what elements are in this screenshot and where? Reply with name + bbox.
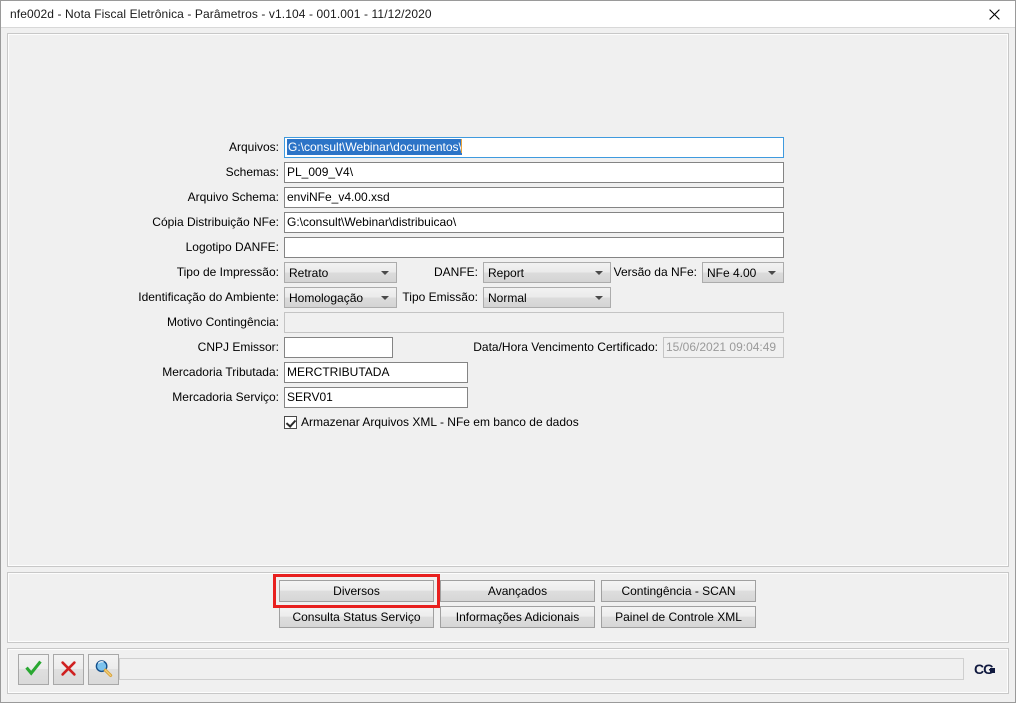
toolbar bbox=[18, 654, 119, 685]
label-cnpj-emissor: CNPJ Emissor: bbox=[197, 340, 279, 354]
versao-nfe-value: NFe 4.00 bbox=[707, 265, 757, 280]
diversos-button[interactable]: Diversos bbox=[279, 580, 434, 602]
mercadoria-tributada-input[interactable]: MERCTRIBUTADA bbox=[284, 362, 468, 383]
motivo-contingencia-input[interactable] bbox=[284, 312, 784, 333]
chevron-down-icon bbox=[595, 295, 603, 300]
schemas-input[interactable]: PL_009_V4\ bbox=[284, 162, 784, 183]
versao-nfe-select[interactable]: NFe 4.00 bbox=[702, 262, 784, 283]
field-row-cnpj-emissor: CNPJ Emissor: bbox=[8, 337, 284, 358]
mercadoria-tributada-input-value: MERCTRIBUTADA bbox=[287, 365, 390, 379]
label-identificacao-ambiente: Identificação do Ambiente: bbox=[138, 290, 279, 304]
field-row-motivo-contingencia: Motivo Contingência: bbox=[8, 312, 284, 333]
cnpj-emissor-input[interactable] bbox=[284, 337, 393, 358]
window-title: nfe002d - Nota Fiscal Eletrônica - Parâm… bbox=[10, 7, 432, 21]
arquivos-input-value: G:\consult\Webinar\documentos\ bbox=[287, 139, 462, 155]
field-row-mercadoria-tributada: Mercadoria Tributada: bbox=[8, 362, 284, 383]
armazenar-xml-label: Armazenar Arquivos XML - NFe em banco de… bbox=[301, 415, 579, 429]
field-row-versao-nfe: Versão da NFe: bbox=[611, 262, 702, 283]
field-row-tipo-impressao: Tipo de Impressão: bbox=[8, 262, 284, 283]
label-motivo-contingencia: Motivo Contingência: bbox=[166, 315, 279, 329]
arquivo-schema-input-value: enviNFe_v4.00.xsd bbox=[287, 190, 390, 204]
title-bar: nfe002d - Nota Fiscal Eletrônica - Parâm… bbox=[1, 1, 1015, 28]
field-row-logotipo-danfe: Logotipo DANFE: bbox=[8, 237, 284, 258]
label-mercadoria-tributada: Mercadoria Tributada: bbox=[162, 365, 279, 379]
mercadoria-servico-input[interactable]: SERV01 bbox=[284, 387, 468, 408]
informacoes-adicionais-button[interactable]: Informações Adicionais bbox=[440, 606, 595, 628]
contingencia-scan-button[interactable]: Contingência - SCAN bbox=[601, 580, 756, 602]
chevron-down-icon bbox=[381, 295, 389, 300]
label-arquivo-schema: Arquivo Schema: bbox=[187, 190, 279, 204]
label-tipo-emissao: Tipo Emissão: bbox=[402, 290, 478, 304]
label-copia-distribuicao: Cópia Distribuição NFe: bbox=[152, 215, 279, 229]
field-row-mercadoria-servico: Mercadoria Serviço: bbox=[8, 387, 284, 408]
search-button[interactable] bbox=[88, 654, 119, 685]
tipo-impressao-value: Retrato bbox=[289, 265, 329, 280]
chevron-down-icon bbox=[381, 270, 389, 275]
text-caret bbox=[460, 139, 462, 153]
close-button[interactable] bbox=[974, 1, 1015, 27]
identificacao-ambiente-select[interactable]: Homologação bbox=[284, 287, 397, 308]
label-arquivos: Arquivos: bbox=[228, 140, 279, 154]
field-row-arquivos: Arquivos: bbox=[8, 137, 284, 158]
vencimento-certificado-input: 15/06/2021 09:04:49 bbox=[663, 337, 784, 358]
field-row-arquivo-schema: Arquivo Schema: bbox=[8, 187, 284, 208]
vencimento-certificado-value: 15/06/2021 09:04:49 bbox=[666, 340, 777, 354]
window-body: Arquivos: G:\consult\Webinar\documentos\… bbox=[1, 28, 1015, 702]
field-row-tipo-emissao: Tipo Emissão: bbox=[397, 287, 483, 308]
status-bar-panel: CG bbox=[7, 648, 1009, 694]
arquivos-input[interactable]: G:\consult\Webinar\documentos\ bbox=[284, 137, 784, 158]
chevron-down-icon bbox=[595, 270, 603, 275]
identificacao-ambiente-value: Homologação bbox=[289, 290, 364, 305]
cross-icon bbox=[60, 660, 77, 680]
armazenar-xml-checkbox-row[interactable]: Armazenar Arquivos XML - NFe em banco de… bbox=[284, 413, 579, 431]
confirm-button[interactable] bbox=[18, 654, 49, 685]
tipo-impressao-select[interactable]: Retrato bbox=[284, 262, 397, 283]
label-tipo-impressao: Tipo de Impressão: bbox=[176, 265, 279, 279]
chevron-down-icon bbox=[768, 270, 776, 275]
logotipo-danfe-input[interactable] bbox=[284, 237, 784, 258]
cg-logo: CG bbox=[974, 662, 995, 676]
label-mercadoria-servico: Mercadoria Serviço: bbox=[172, 390, 279, 404]
tipo-emissao-select[interactable]: Normal bbox=[483, 287, 611, 308]
check-icon bbox=[25, 660, 42, 680]
action-buttons-panel: Diversos Avançados Contingência - SCAN C… bbox=[7, 572, 1009, 643]
application-window: nfe002d - Nota Fiscal Eletrônica - Parâm… bbox=[0, 0, 1016, 703]
armazenar-xml-checkbox[interactable] bbox=[284, 415, 297, 429]
danfe-select[interactable]: Report bbox=[483, 262, 611, 283]
field-row-schemas: Schemas: bbox=[8, 162, 284, 183]
field-row-identificacao-ambiente: Identificação do Ambiente: bbox=[8, 287, 284, 308]
action-buttons-grid: Diversos Avançados Contingência - SCAN C… bbox=[279, 580, 756, 628]
copia-distribuicao-input[interactable]: G:\consult\Webinar\distribuicao\ bbox=[284, 212, 784, 233]
label-schemas: Schemas: bbox=[225, 165, 279, 179]
arquivo-schema-input[interactable]: enviNFe_v4.00.xsd bbox=[284, 187, 784, 208]
magnifier-icon bbox=[94, 659, 113, 681]
label-versao-nfe: Versão da NFe: bbox=[613, 265, 697, 279]
parameters-form: Arquivos: G:\consult\Webinar\documentos\… bbox=[8, 34, 1008, 566]
copia-distribuicao-input-value: G:\consult\Webinar\distribuicao\ bbox=[287, 215, 457, 229]
label-logotipo-danfe: Logotipo DANFE: bbox=[185, 240, 279, 254]
schemas-input-value: PL_009_V4\ bbox=[287, 165, 354, 179]
danfe-value: Report bbox=[488, 265, 525, 280]
window-controls bbox=[974, 1, 1015, 27]
avancados-button[interactable]: Avançados bbox=[440, 580, 595, 602]
close-icon bbox=[989, 8, 1000, 20]
status-message-field[interactable] bbox=[119, 658, 964, 680]
consulta-status-servico-button[interactable]: Consulta Status Serviço bbox=[279, 606, 434, 628]
field-row-danfe: DANFE: bbox=[397, 262, 483, 283]
parameters-panel: Arquivos: G:\consult\Webinar\documentos\… bbox=[7, 33, 1009, 567]
cancel-button[interactable] bbox=[53, 654, 84, 685]
field-row-vencimento-certificado: Data/Hora Vencimento Certificado: bbox=[428, 337, 663, 358]
label-vencimento-certificado: Data/Hora Vencimento Certificado: bbox=[473, 340, 658, 354]
mercadoria-servico-input-value: SERV01 bbox=[287, 390, 333, 404]
cg-logo-mark bbox=[990, 668, 995, 673]
tipo-emissao-value: Normal bbox=[488, 290, 527, 305]
label-danfe: DANFE: bbox=[433, 265, 478, 279]
field-row-copia-distribuicao: Cópia Distribuição NFe: bbox=[8, 212, 284, 233]
painel-controle-xml-button[interactable]: Painel de Controle XML bbox=[601, 606, 756, 628]
